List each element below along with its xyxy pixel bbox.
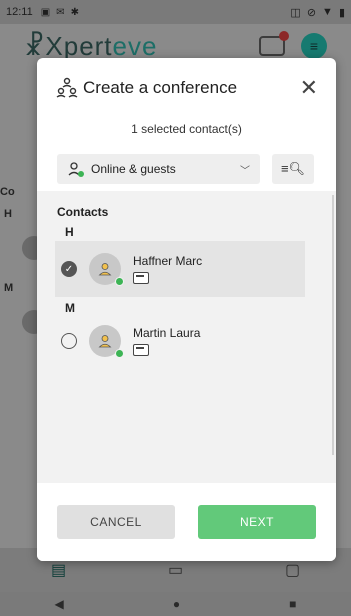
battery-icon: ▮ [338, 6, 345, 19]
close-icon[interactable]: ✕ [300, 77, 318, 99]
avatar [89, 325, 124, 358]
filter-row: Online & guests ﹀ ≡🔍︎ [37, 154, 336, 184]
contact-name: Haffner Marc [133, 254, 203, 268]
notification-dot [279, 31, 289, 41]
wifi-icon: ▼ [322, 5, 333, 18]
app-icon: ✱ [70, 6, 79, 18]
side-fragment-m: M [4, 282, 14, 294]
contacts-tab-icon[interactable]: ▤ [44, 558, 74, 582]
mute-icon: ⊘ [306, 6, 317, 19]
status-right-icons: ◫ ⊘ ▼ ▮ [290, 6, 345, 19]
contact-row[interactable]: Martin Laura [55, 313, 305, 369]
dialog-title: Create a conference [83, 78, 238, 97]
person-online-icon [67, 161, 84, 177]
dialog-header: Create a conference ✕ [37, 58, 336, 118]
contact-info: Martin Laura [133, 326, 200, 356]
checkbox-unchecked[interactable] [61, 333, 77, 349]
app-logo: ☧Xperteve [24, 31, 157, 62]
scrollbar[interactable] [332, 195, 334, 455]
list-search-icon: ≡🔍︎ [280, 161, 306, 176]
chat-tab-icon[interactable]: ▭ [161, 558, 191, 582]
system-nav-bar: ◀ ● ■ [0, 592, 351, 616]
status-time: 12:11 [6, 6, 33, 18]
next-button[interactable]: NEXT [198, 505, 316, 539]
conference-icon [56, 77, 78, 98]
meeting-icon[interactable] [259, 31, 289, 56]
video-tab-icon[interactable]: ▢ [278, 558, 308, 582]
filter-selected-value: Online & guests [91, 162, 176, 176]
create-conference-dialog: Create a conference ✕ 1 selected contact… [37, 58, 336, 561]
contacts-list[interactable]: Contacts H ✓ Haffner Marc M Martin Laura [37, 191, 336, 483]
contact-filter-select[interactable]: Online & guests ﹀ [57, 154, 260, 184]
home-nav-icon[interactable]: ● [173, 597, 180, 611]
status-left-icons: ▣ ✉ ✱ [41, 7, 79, 18]
id-card-icon [133, 272, 149, 284]
back-nav-icon[interactable]: ◀ [55, 597, 64, 611]
logo-text-prefix: Xpert [45, 30, 113, 61]
logo-text-suffix: eve [112, 30, 158, 61]
dialog-footer: CANCEL NEXT [37, 483, 336, 561]
chevron-down-icon: ﹀ [240, 165, 250, 177]
person-icon [98, 335, 112, 348]
contact-info: Haffner Marc [133, 254, 202, 284]
status-bar: 12:11 ▣ ✉ ✱ ◫ ⊘ ▼ ▮ [0, 0, 351, 24]
image-icon: ▣ [40, 6, 51, 18]
mail-icon: ✉ [56, 6, 65, 18]
online-status-dot [115, 349, 124, 358]
checkbox-checked[interactable]: ✓ [61, 261, 77, 277]
contacts-heading: Contacts [57, 205, 109, 219]
avatar [89, 253, 124, 286]
cancel-button[interactable]: CANCEL [57, 505, 175, 539]
side-fragment-h: H [4, 208, 12, 220]
logo-person-icon: ☧ [24, 30, 46, 61]
id-card-icon [133, 344, 149, 356]
briefcase-icon: ◫ [290, 6, 301, 19]
contact-row[interactable]: ✓ Haffner Marc [55, 241, 305, 297]
group-letter: H [65, 225, 74, 239]
recents-nav-icon[interactable]: ■ [289, 597, 296, 611]
contact-name: Martin Laura [133, 326, 201, 340]
header-actions: ≡ [259, 31, 327, 59]
side-fragment-co: Co [0, 186, 15, 198]
online-status-dot [115, 277, 124, 286]
selected-count: 1 selected contact(s) [131, 122, 242, 136]
search-filter-button[interactable]: ≡🔍︎ [272, 154, 314, 184]
person-icon [98, 263, 112, 276]
menu-button[interactable]: ≡ [301, 33, 327, 59]
